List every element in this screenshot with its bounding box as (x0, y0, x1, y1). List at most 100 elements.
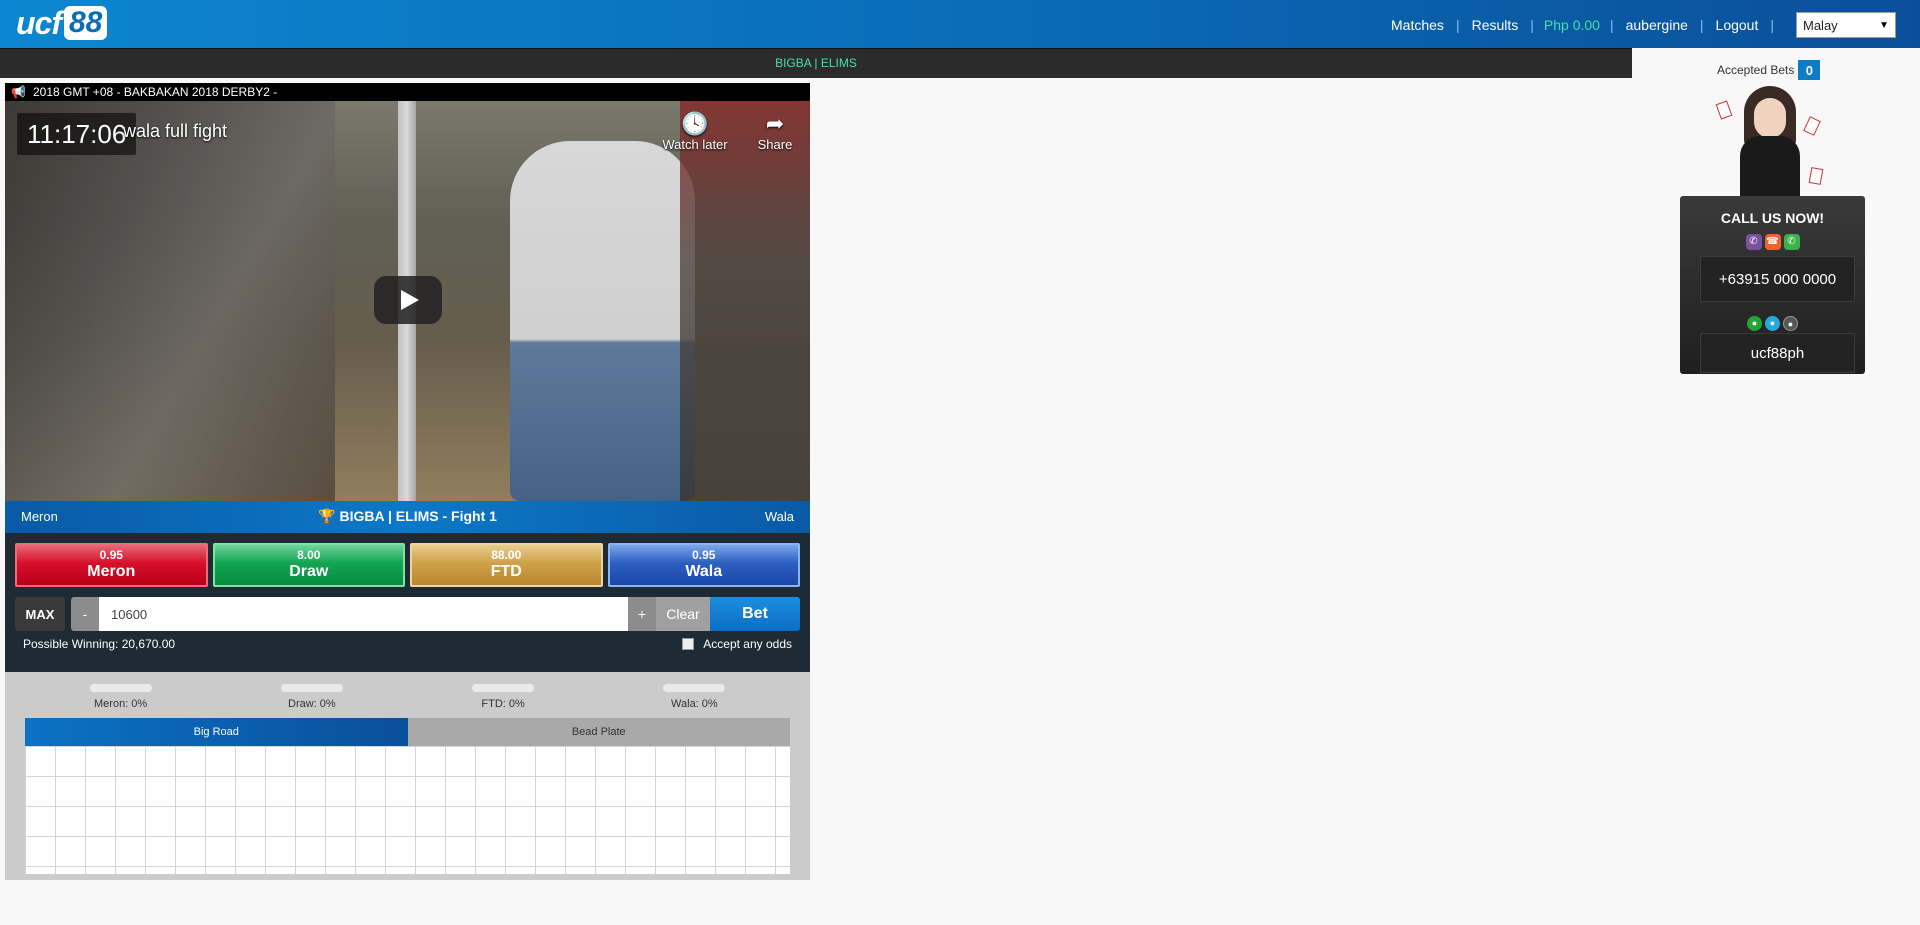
playing-card-icon (1715, 100, 1733, 120)
stats-panel: Meron: 0% Draw: 0% FTD: 0% Wala: 0% Big … (5, 672, 810, 880)
odds-label: Draw (289, 563, 329, 580)
accepted-bets-label: Accepted Bets (1717, 63, 1795, 77)
playing-card-icon (1808, 167, 1824, 185)
contact-chat-id: ucf88ph (1700, 333, 1855, 373)
stake-row: MAX - 10600 + Clear Bet (15, 597, 800, 631)
decrease-button[interactable]: - (71, 597, 99, 631)
bet-button[interactable]: Bet (710, 597, 800, 631)
playing-card-icon (1803, 116, 1821, 136)
video-title-bar: 📢 2018 GMT +08 - BAKBAKAN 2018 DERBY2 - (5, 83, 810, 101)
clear-button[interactable]: Clear (656, 597, 710, 631)
accepted-bets-count: 0 (1798, 60, 1821, 80)
odds-row: 0.95 Meron 8.00 Draw 88.00 FTD 0.95 Wala (15, 543, 800, 587)
odds-value: 88.00 (491, 548, 522, 562)
increase-button[interactable]: + (628, 597, 656, 631)
balance: Php 0.00 (1543, 17, 1600, 33)
language-value: Malay (1803, 17, 1838, 33)
percentage-bar (280, 684, 343, 692)
percentage-bar (89, 684, 152, 692)
fight-right-side: Wala (764, 509, 794, 524)
odds-meron-button[interactable]: 0.95 Meron (15, 543, 208, 587)
phone-app-icons: ✆ ☎ ✆ (1680, 234, 1865, 250)
top-header: ucf 88 Matches | Results | Php 0.00 | au… (0, 0, 1920, 48)
percentage-label: FTD: 0% (481, 698, 525, 710)
winning-row: Possible Winning: 20,670.00 Accept any o… (15, 637, 800, 651)
phone-icon: ☎ (1764, 234, 1781, 250)
accepted-bets[interactable]: Accepted Bets 0 (1717, 60, 1821, 80)
video-title: 2018 GMT +08 - BAKBAKAN 2018 DERBY2 - (33, 85, 278, 99)
odds-draw-button[interactable]: 8.00 Draw (212, 543, 405, 587)
nav-separator: | (1455, 17, 1460, 33)
tournament-bar: BIGBA | ELIMS (0, 48, 1632, 78)
megaphone-icon: 📢 (11, 85, 26, 99)
accept-any-odds[interactable]: Accept any odds (682, 637, 792, 651)
nav-results[interactable]: Results (1470, 17, 1521, 33)
accept-any-odds-label: Accept any odds (703, 637, 792, 651)
percentage-bar (472, 684, 535, 692)
odds-label: Wala (685, 563, 723, 580)
promo-image-part (1740, 136, 1800, 198)
clock-icon: 🕓 (681, 111, 709, 136)
odds-value: 0.95 (99, 548, 123, 562)
promo-image-part (1754, 98, 1786, 138)
fight-bar: Meron 🏆 BIGBA | ELIMS - Fight 1 Wala (5, 501, 810, 533)
chat-app-icons: ● ● ● (1680, 316, 1865, 331)
top-nav: Matches | Results | Php 0.00 | aubergine… (1389, 12, 1896, 38)
nav-separator: | (1609, 17, 1614, 33)
tab-bead-plate[interactable]: Bead Plate (407, 718, 790, 746)
trophy-icon: 🏆 (318, 508, 336, 524)
road-tabs: Big Road Bead Plate (25, 718, 790, 746)
bet-area: 0.95 Meron 8.00 Draw 88.00 FTD 0.95 Wala… (5, 533, 810, 672)
odds-label: FTD (490, 563, 522, 580)
play-button[interactable] (374, 276, 442, 324)
share-button[interactable]: ➦ Share (740, 111, 810, 152)
line-icon: ● (1783, 316, 1798, 331)
percentage-bar (663, 684, 726, 692)
video-player[interactable]: 11:17:06 wala full fight 🕓 Watch later ➦… (5, 101, 810, 501)
viber-icon: ✆ (1745, 234, 1762, 250)
ftd-percentage: FTD: 0% (408, 684, 599, 710)
logout-link[interactable]: Logout (1714, 17, 1761, 33)
accept-any-odds-checkbox[interactable] (682, 638, 695, 650)
percentage-row: Meron: 0% Draw: 0% FTD: 0% Wala: 0% (5, 672, 810, 710)
skype-icon: ● (1765, 316, 1780, 331)
odds-value: 8.00 (297, 548, 321, 562)
percentage-label: Draw: 0% (288, 698, 336, 710)
wala-percentage: Wala: 0% (599, 684, 790, 710)
percentage-label: Wala: 0% (671, 698, 718, 710)
fight-title-wrap: 🏆 BIGBA | ELIMS - Fight 1 (5, 508, 810, 525)
nav-separator: | (1530, 17, 1534, 33)
fight-title: BIGBA | ELIMS - Fight 1 (339, 508, 497, 524)
odds-ftd-button[interactable]: 88.00 FTD (410, 543, 603, 587)
stake-input[interactable]: 10600 (99, 597, 628, 631)
tab-big-road[interactable]: Big Road (25, 718, 408, 746)
watch-later-label: Watch later (662, 137, 728, 152)
contact-title: CALL US NOW! (1720, 210, 1825, 226)
contact-box: CALL US NOW! ✆ ☎ ✆ +63915 000 0000 ● ● ●… (1680, 196, 1865, 374)
video-caption[interactable]: wala full fight (123, 121, 227, 142)
logo-badge: 88 (64, 6, 108, 40)
share-label: Share (757, 137, 793, 152)
language-select[interactable]: Malay ▼ (1796, 12, 1896, 38)
meron-percentage: Meron: 0% (25, 684, 216, 710)
watch-later-button[interactable]: 🕓 Watch later (660, 111, 730, 152)
odds-label: Meron (87, 563, 136, 580)
chevron-down-icon: ▼ (1879, 19, 1889, 31)
logo[interactable]: ucf 88 (16, 4, 108, 42)
percentage-label: Meron: 0% (94, 698, 148, 710)
odds-value: 0.95 (692, 548, 716, 562)
max-button[interactable]: MAX (15, 597, 65, 631)
whatsapp-icon: ✆ (1783, 234, 1800, 250)
video-clock: 11:17:06 (17, 113, 137, 155)
match-panel: 📢 2018 GMT +08 - BAKBAKAN 2018 DERBY2 - … (5, 83, 810, 880)
promo-model-image (1710, 82, 1830, 198)
nav-matches[interactable]: Matches (1389, 17, 1446, 33)
contact-phone: +63915 000 0000 (1700, 256, 1855, 302)
logo-text: ucf (16, 4, 62, 41)
odds-wala-button[interactable]: 0.95 Wala (607, 543, 800, 587)
draw-percentage: Draw: 0% (216, 684, 407, 710)
possible-winning: Possible Winning: 20,670.00 (23, 637, 176, 651)
username-link[interactable]: aubergine (1624, 17, 1690, 33)
wechat-icon: ● (1747, 316, 1762, 331)
road-grid (25, 746, 790, 874)
